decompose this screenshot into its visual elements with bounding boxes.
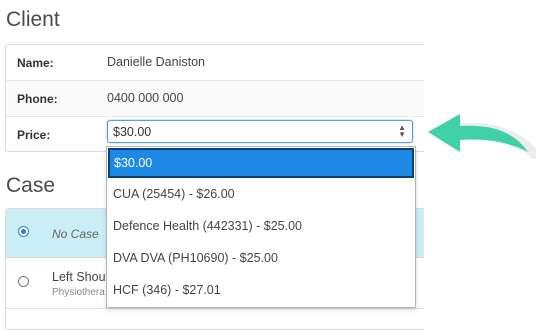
- client-phone-row: Phone: 0400 000 000: [6, 81, 424, 117]
- price-option[interactable]: HCF (346) - $27.01: [107, 275, 415, 307]
- price-select[interactable]: $30.00 ▲ ▼: [107, 120, 413, 143]
- price-option[interactable]: CUA (25454) - $26.00: [107, 179, 415, 211]
- case-option-sublabel: Physiothera: [52, 287, 105, 298]
- phone-label: Phone:: [17, 92, 58, 106]
- name-value: Danielle Daniston: [107, 55, 205, 69]
- case-option-label: Left Shou: [52, 270, 106, 284]
- client-name-row: Name: Danielle Daniston: [6, 45, 424, 81]
- client-section-title: Client: [6, 8, 60, 31]
- case-radio-no-case[interactable]: [18, 226, 29, 237]
- phone-value: 0400 000 000: [107, 91, 184, 105]
- price-select-value: $30.00: [113, 125, 152, 139]
- price-dropdown-list: $30.00 CUA (25454) - $26.00 Defence Heal…: [106, 146, 416, 308]
- green-arrow-icon: [428, 114, 536, 159]
- name-label: Name:: [17, 56, 54, 70]
- price-label: Price:: [17, 128, 51, 142]
- case-section-title: Case: [6, 174, 56, 197]
- case-radio-left-shoulder[interactable]: [18, 276, 29, 287]
- price-option[interactable]: $30.00: [108, 148, 414, 178]
- price-option[interactable]: DVA DVA (PH10690) - $25.00: [107, 243, 415, 275]
- updown-chevron-icon: ▲ ▼: [398, 123, 406, 139]
- price-option[interactable]: Defence Health (442331) - $25.00: [107, 211, 415, 243]
- case-option-label: No Case: [52, 227, 99, 241]
